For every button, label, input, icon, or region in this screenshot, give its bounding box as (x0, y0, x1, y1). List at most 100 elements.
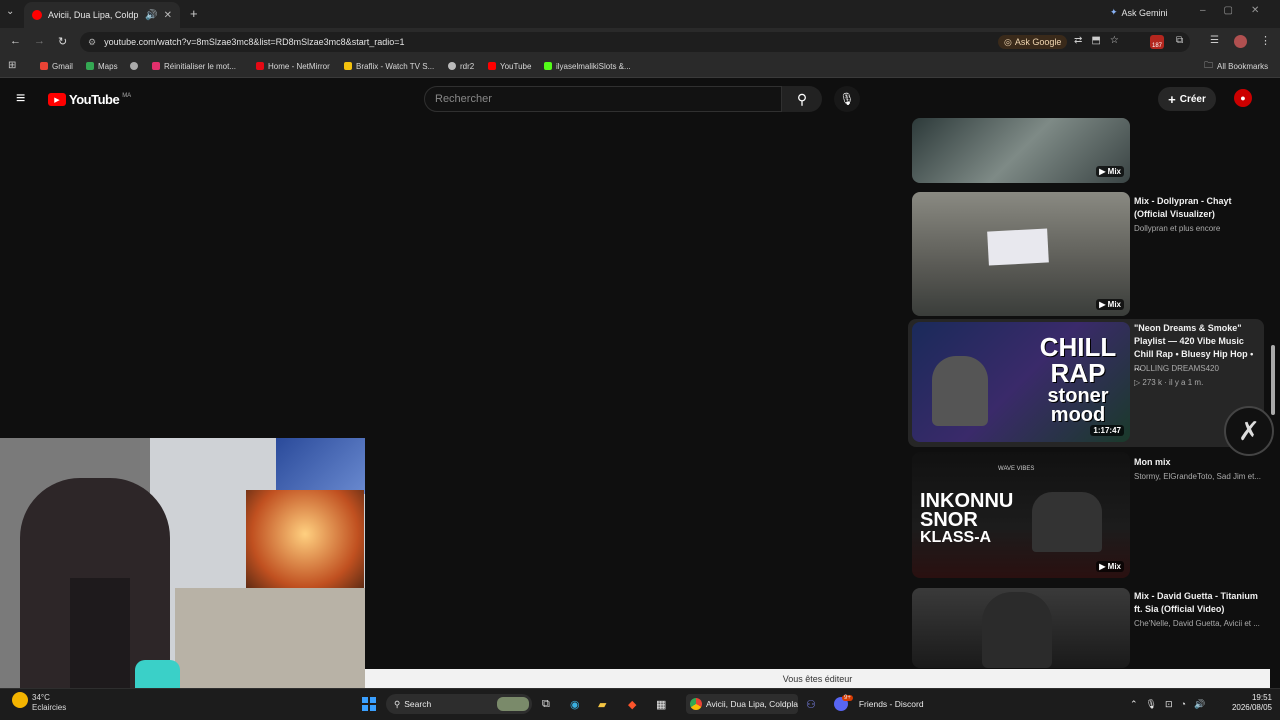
playlist-item-views: ▷ 273 k · il y a 1 m. (1134, 378, 1204, 387)
youtube-play-logo-icon: ▶ (48, 93, 66, 106)
search-button[interactable]: ⚲ (782, 86, 822, 112)
thumbnail-character-image (932, 356, 988, 426)
bookmark-braflix[interactable]: Braflix - Watch TV S... (344, 58, 434, 74)
microphone-icon: 🎙 (839, 92, 855, 106)
weather-sun-icon[interactable] (12, 692, 28, 708)
window-controls[interactable]: –▢✕ (1200, 5, 1277, 16)
avatar-icon: ● (1240, 93, 1246, 103)
thumbnail-sign-image (987, 228, 1049, 266)
url-text: youtube.com/watch?v=8mSlzae3mc8&list=RD8… (104, 37, 405, 47)
playlist-item-thumbnail[interactable]: WAVE VIBES INKONNU SNOR KLASS-A ▶ Mix (912, 452, 1130, 578)
tab-title: Avicii, Dua Lipa, Coldplay, M (48, 10, 139, 20)
taskbar-chrome-window[interactable]: Avicii, Dua Lipa, Coldpla (686, 694, 798, 714)
plus-icon: + (1168, 91, 1176, 107)
globe-icon (130, 62, 138, 70)
playlist-item-title[interactable]: Mix - David Guetta - Titanium ft. Sia (O… (1134, 590, 1262, 616)
search-highlight-image (497, 697, 529, 711)
youtube-icon (488, 62, 496, 70)
weather-widget[interactable]: 34°C Eclaircies (32, 693, 66, 713)
gmail-icon (40, 62, 48, 70)
chrome-menu-icon[interactable]: ⋮ (1260, 34, 1271, 47)
site-info-icon[interactable]: ⚙ (88, 37, 96, 48)
playlist-item-thumbnail[interactable]: CHILL RAP stoner mood 1:17:47 (912, 322, 1130, 442)
system-tray-icons[interactable]: ⌃🎙⊡◔🔊 (1130, 694, 1213, 714)
bookmark-rdr2[interactable]: rdr2 (448, 58, 474, 74)
back-arrow-icon[interactable]: ← (10, 35, 21, 47)
system-clock[interactable]: 19:51 2026/08/05 (1222, 693, 1272, 713)
bookmark-unnamed[interactable] (130, 58, 138, 74)
duration-badge: 1:17:47 (1090, 425, 1124, 436)
extension-badge-icon[interactable]: 187 (1150, 35, 1164, 49)
all-bookmarks[interactable]: 🗀 All Bookmarks (1204, 58, 1268, 74)
microsoft-store-icon[interactable]: ▦ (656, 694, 666, 714)
playlist-item-title[interactable]: Mon mix (1134, 456, 1262, 469)
task-view-icon[interactable]: ⧉ (542, 694, 550, 714)
teams-icon[interactable]: ⚇ (806, 694, 816, 714)
voice-search-button[interactable]: 🎙 (834, 86, 860, 112)
browser-tab-active[interactable]: Avicii, Dua Lipa, Coldplay, M 🔊 ✕ (24, 2, 180, 28)
mix-badge: ▶ Mix (1096, 299, 1124, 310)
ask-google-chip[interactable]: ◎ Ask Google (998, 35, 1068, 49)
playlist-item-thumbnail[interactable]: ▶ Mix (912, 192, 1130, 316)
bookmark-gmail[interactable]: Gmail (40, 58, 73, 74)
gaming-chair-mesh-image (70, 578, 130, 700)
bookmark-netmirror[interactable]: Home - NetMirror (256, 58, 330, 74)
speaker-icon[interactable]: 🔊 (145, 10, 157, 21)
playlist-item-channel: Stormy, ElGrandeToto, Sad Jim et... (1134, 472, 1262, 481)
apps-grid-icon[interactable]: ⊞ (8, 60, 16, 71)
create-button[interactable]: + Créer (1158, 87, 1216, 111)
omnibox-action-icons[interactable]: ⇄⬒☆ (1074, 35, 1128, 46)
bookmark-maps[interactable]: Maps (86, 58, 118, 74)
thumbnail-text: CHILL RAP stoner mood (1039, 332, 1117, 426)
reload-icon[interactable]: ↻ (58, 35, 67, 48)
account-avatar[interactable]: ● (1234, 89, 1252, 107)
search-input[interactable]: Rechercher (424, 86, 782, 112)
editor-banner: Vous êtes éditeur (365, 669, 1270, 688)
playlist-item-thumbnail[interactable] (912, 588, 1130, 668)
taskbar-search-box[interactable]: ⚲ Search (386, 694, 532, 714)
profile-avatar-icon[interactable] (1234, 35, 1247, 48)
webcam-desk-image (175, 588, 365, 700)
webcam-overlay (0, 438, 365, 700)
bookmark-youtube[interactable]: YouTube (488, 58, 531, 74)
playlist-scrollbar-thumb[interactable] (1271, 345, 1275, 415)
webcam-artwork-image (246, 490, 364, 600)
playlist-item-thumbnail[interactable]: ▶ Mix (912, 118, 1130, 183)
ask-gemini-button[interactable]: ✦ Ask Gemini (1110, 7, 1168, 18)
windows-start-icon[interactable] (362, 697, 376, 711)
edge-icon[interactable]: ◉ (570, 694, 580, 714)
youtube-logo[interactable]: ▶ YouTube MA (48, 92, 131, 107)
maps-pin-icon (86, 62, 94, 70)
taskbar-discord-window[interactable]: 9+ Friends - Discord (834, 694, 924, 714)
file-explorer-icon[interactable]: ▰ (598, 694, 606, 714)
netmirror-icon (256, 62, 264, 70)
bookmark-slots[interactable]: ilyaselmalikiSlots &... (544, 58, 631, 74)
mix-badge: ▶ Mix (1096, 166, 1124, 177)
extensions-puzzle-icon[interactable]: ⧉ (1176, 35, 1183, 46)
thumbnail-person-image (982, 592, 1052, 668)
instagram-icon (152, 62, 160, 70)
forward-arrow-icon[interactable]: → (34, 35, 45, 47)
playlist-item-channel: Dollypran et plus encore (1134, 224, 1221, 233)
brave-icon[interactable]: ◆ (628, 694, 636, 714)
rdr2-icon (448, 62, 456, 70)
tab-search-chevron-icon[interactable]: ⌄ (6, 6, 14, 17)
new-tab-button[interactable]: + (190, 6, 198, 21)
tab-close-icon[interactable]: ✕ (164, 10, 172, 21)
windows-taskbar (0, 688, 1280, 720)
search-icon: ⚲ (394, 698, 401, 709)
youtube-favicon-icon (32, 10, 42, 20)
hamburger-menu-icon[interactable]: ≡ (16, 90, 25, 108)
reading-list-icon[interactable]: ☰ (1210, 35, 1219, 46)
floating-x-icon[interactable]: ✗ (1224, 406, 1274, 456)
bookmark-reset-password[interactable]: Réinitialiser le mot... (152, 58, 236, 74)
chrome-icon (690, 698, 702, 710)
gemini-sparkle-icon: ✦ (1110, 7, 1118, 17)
folder-icon: 🗀 (1204, 60, 1214, 70)
thumbnail-text: INKONNU SNOR KLASS-A (920, 490, 1014, 546)
google-lens-icon: ◎ (1004, 36, 1012, 47)
search-icon: ⚲ (796, 90, 808, 107)
playlist-item-channel: Che'Nelle, David Guetta, Avicii et ... (1134, 619, 1260, 628)
webcam-poster-image (276, 438, 365, 494)
playlist-item-title[interactable]: Mix - Dollypran - Chayt (Official Visual… (1134, 195, 1262, 221)
